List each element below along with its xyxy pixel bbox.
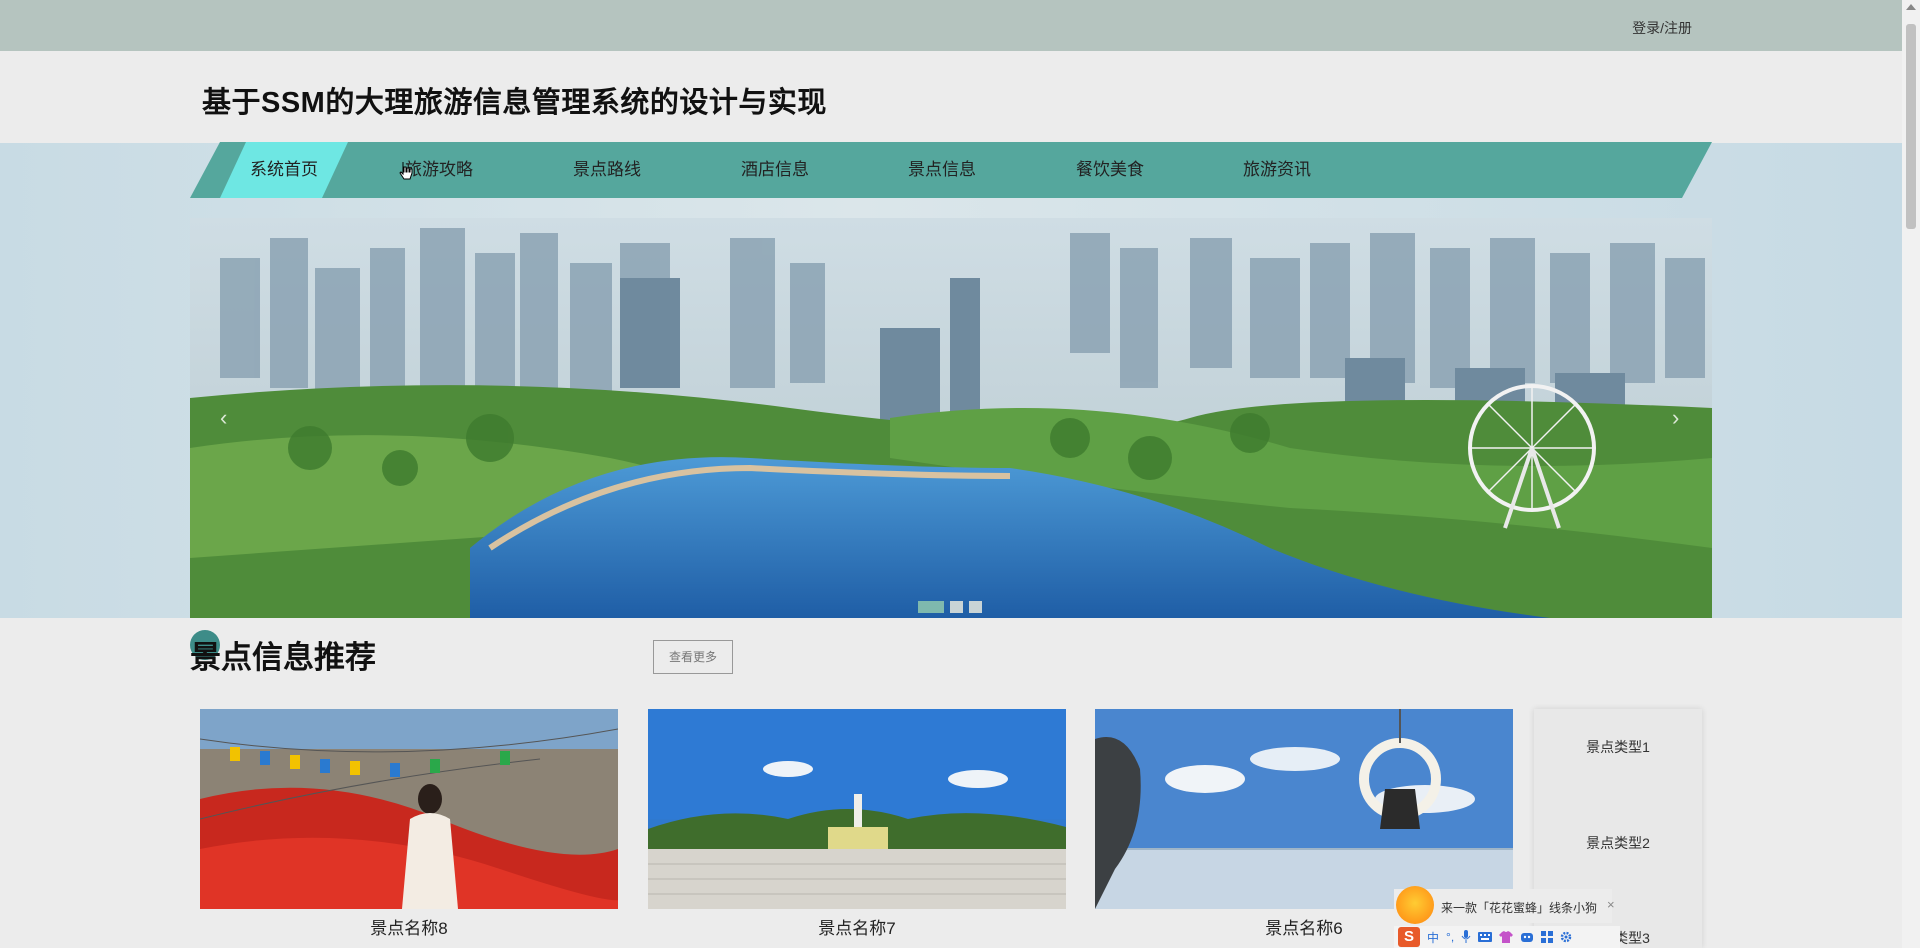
scenic-card[interactable]: 景点名称7 xyxy=(648,709,1066,948)
main-nav: 系统首页 旅游攻略 景点路线 酒店信息 景点信息 餐饮美食 旅游资讯 xyxy=(190,142,1712,198)
ime-mascot-icon xyxy=(1396,886,1434,924)
skin-shirt-icon[interactable] xyxy=(1499,931,1514,943)
ime-tip-text[interactable]: 来一款「花花蜜蜂」线条小狗 xyxy=(1441,899,1597,916)
banner-next-arrow-icon[interactable]: › xyxy=(1672,405,1679,431)
section-title: 景点信息推荐 xyxy=(190,640,376,675)
banner-pagination xyxy=(918,601,982,613)
login-register-link[interactable]: 登录/注册 xyxy=(1632,18,1692,38)
scenic-type-item[interactable]: 景点类型1 xyxy=(1534,737,1702,757)
settings-gear-icon[interactable] xyxy=(1560,931,1572,943)
header: 基于SSM的大理旅游信息管理系统的设计与实现 xyxy=(0,51,1902,143)
ime-toolbar: S 中 °, xyxy=(1394,926,1620,948)
sogou-logo-icon[interactable]: S xyxy=(1398,927,1420,947)
nav-item-home[interactable]: 系统首页 xyxy=(224,142,344,198)
banner-prev-arrow-icon[interactable]: ‹ xyxy=(220,405,227,431)
scenic-card-image xyxy=(1095,709,1513,909)
grid-apps-icon[interactable] xyxy=(1541,931,1554,943)
scenic-card-image xyxy=(648,709,1066,909)
robot-icon[interactable] xyxy=(1520,931,1534,943)
scenic-card-name: 景点名称8 xyxy=(370,919,448,938)
top-bar: 登录/注册 xyxy=(0,0,1902,51)
banner-dot-1[interactable] xyxy=(918,601,944,613)
site-title: 基于SSM的大理旅游信息管理系统的设计与实现 xyxy=(202,87,827,119)
mouse-cursor-icon xyxy=(399,162,413,180)
microphone-icon[interactable] xyxy=(1461,930,1471,944)
nav-item-scenic-routes[interactable]: 景点路线 xyxy=(547,142,667,198)
banner-image xyxy=(190,218,1712,618)
scenic-card-name: 景点名称7 xyxy=(818,919,896,938)
nav-item-scenic-info[interactable]: 景点信息 xyxy=(882,142,1002,198)
scenic-type-item[interactable]: 景点类型2 xyxy=(1534,833,1702,853)
banner-carousel[interactable] xyxy=(190,218,1712,618)
scroll-up-arrow-icon[interactable] xyxy=(1906,4,1916,10)
scenic-card[interactable]: 景点名称8 xyxy=(200,709,618,948)
keyboard-icon[interactable] xyxy=(1478,931,1493,943)
ime-punct-toggle[interactable]: °, xyxy=(1446,930,1454,944)
scrollbar-thumb[interactable] xyxy=(1906,24,1916,229)
banner-dot-3[interactable] xyxy=(969,601,982,613)
ime-mode-toggle[interactable]: 中 xyxy=(1427,929,1439,946)
banner-dot-2[interactable] xyxy=(950,601,963,613)
nav-item-food[interactable]: 餐饮美食 xyxy=(1050,142,1170,198)
nav-item-travel-news[interactable]: 旅游资讯 xyxy=(1217,142,1337,198)
ime-close-icon[interactable]: × xyxy=(1607,897,1615,912)
scenic-card-image xyxy=(200,709,618,909)
view-more-button[interactable]: 查看更多 xyxy=(653,640,733,674)
nav-item-hotel-info[interactable]: 酒店信息 xyxy=(715,142,835,198)
page-scrollbar[interactable] xyxy=(1902,0,1920,948)
nav-item-travel-guide[interactable]: 旅游攻略 xyxy=(379,142,499,198)
